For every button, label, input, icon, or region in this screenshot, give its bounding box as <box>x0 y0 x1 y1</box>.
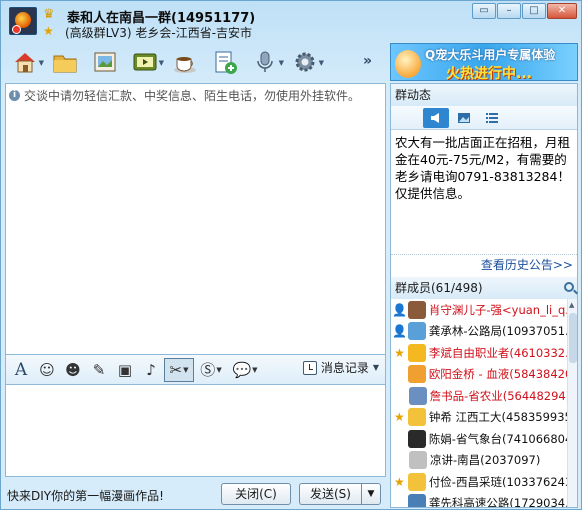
member-name: 钟希 江西工大(458359935) <box>428 410 567 425</box>
crown-icon: ♛ <box>43 7 55 22</box>
clock-icon <box>302 360 317 375</box>
message-input[interactable] <box>5 385 386 477</box>
member-list-item[interactable]: 陈娟-省气象台(741066804) <box>391 428 567 450</box>
group-subtitle: (高级群LV3) 老乡会-江西省-吉安市 <box>65 26 253 40</box>
close-button[interactable]: 关闭(C) <box>221 483 291 505</box>
music-icon[interactable]: ♪ <box>138 358 164 382</box>
home-icon[interactable]: ▼ <box>5 45 45 79</box>
scrollbar-thumb[interactable] <box>569 313 577 363</box>
group-dynamic-header: 群动态 <box>391 84 577 106</box>
member-avatar[interactable] <box>407 429 426 448</box>
message-record-label: 消息记录 <box>320 361 369 375</box>
chat-bubble-icon[interactable]: 💬 ▼ <box>228 358 262 382</box>
star-icon: ★ <box>43 24 54 38</box>
font-icon[interactable]: A <box>8 358 34 382</box>
member-list-scrollbar[interactable]: ▲ <box>567 299 577 507</box>
ad-banner[interactable]: Q宠大乐斗用户专属体验 火热进行中... <box>390 43 578 81</box>
member-name: 肖守渊儿子-强<yuan_li_q... <box>428 302 567 317</box>
send-button[interactable]: 发送(S) <box>299 483 361 505</box>
divider <box>391 254 577 255</box>
group-avatar[interactable] <box>9 7 37 35</box>
chevron-down-icon: ▼ <box>372 363 379 372</box>
announcement-tab[interactable] <box>423 108 449 128</box>
member-avatar[interactable] <box>407 408 426 427</box>
admin-person-icon: 👤 <box>391 302 407 317</box>
announcement-text: 农大有一批店面正在招租，月租金在40元-75元/M2，有需要的老乡请电询0791… <box>395 135 571 201</box>
member-list-item[interactable]: 👤 龚承林-公路局(10937051... <box>391 321 567 343</box>
chat-history[interactable]: i 交谈中请勿轻信汇款、中奖信息、陌生电话，勿使用外挂软件。 <box>5 83 386 355</box>
window-controls: ▭ – □ ✕ <box>472 3 577 19</box>
member-avatar[interactable] <box>407 365 426 384</box>
minimize-icon[interactable]: – <box>497 3 521 19</box>
add-document-icon[interactable] <box>205 45 245 79</box>
admin-person-icon: 👤 <box>391 324 407 339</box>
toolbar-more-button[interactable]: » <box>363 53 372 69</box>
gear-icon[interactable]: ▼ <box>285 45 325 79</box>
maximize-icon[interactable]: □ <box>522 3 546 19</box>
star-icon: ★ <box>394 474 405 489</box>
members-count: 群成员(61/498) <box>395 281 483 295</box>
group-side-panel: 群动态 农大有一批店面正在招租，月租金在40元-75元/M2，有需要的老乡请电询… <box>390 83 578 508</box>
member-name: 李斌自由职业者(4610332... <box>428 345 567 360</box>
member-list-item[interactable]: 凉讲-南昌(2037097) <box>391 450 567 472</box>
member-avatar[interactable] <box>407 343 426 362</box>
member-list-item[interactable]: 龚先科高速公路(1729034... <box>391 493 567 507</box>
member-name: 陈娟-省气象台(741066804) <box>428 431 567 446</box>
member-avatar[interactable] <box>409 451 427 470</box>
star-icon: ★ <box>394 345 405 360</box>
coffee-cup-icon[interactable] <box>165 45 205 79</box>
member-list-item[interactable]: 欧阳金桥 - 血液(58438420) <box>391 364 567 386</box>
member-avatar[interactable] <box>407 472 426 491</box>
members-header: 群成员(61/498) <box>391 277 577 299</box>
member-list-item[interactable]: ★ 付俭-西昌采琏(103376243) <box>391 471 567 493</box>
member-avatar[interactable] <box>407 300 426 319</box>
photo-tab[interactable] <box>451 108 477 128</box>
scroll-up-icon[interactable]: ▲ <box>569 301 574 309</box>
info-icon: i <box>9 90 20 101</box>
send-options-button[interactable]: ▼ <box>361 483 381 505</box>
message-record-button[interactable]: 消息记录 ▼ <box>302 359 379 376</box>
pet-icon <box>395 50 421 78</box>
member-name: 付俭-西昌采琏(103376243) <box>428 474 567 489</box>
member-list-item[interactable]: 👤 肖守渊儿子-强<yuan_li_q... <box>391 299 567 321</box>
member-avatar[interactable] <box>408 386 427 405</box>
member-name: 龚承林-公路局(10937051... <box>428 324 567 339</box>
member-name: 龚先科高速公路(1729034... <box>428 496 567 507</box>
main-toolbar: ▼ ▼ ▼ ▼ <box>5 44 325 80</box>
bottom-bar: 快来DIY你的第一幅漫画作品! 关闭(C) 发送(S) ▼ <box>5 479 386 507</box>
group-dynamic-tabs <box>391 106 577 130</box>
ad-line-1: Q宠大乐斗用户专属体验 <box>425 48 556 62</box>
safety-notice: i 交谈中请勿轻信汇款、中奖信息、陌生电话，勿使用外挂软件。 <box>9 87 360 104</box>
search-icon[interactable] <box>564 282 574 292</box>
emoji-icon[interactable]: ☺ <box>34 358 60 382</box>
ad-line-2: 火热进行中... <box>446 66 532 81</box>
funny-face-icon[interactable]: ☻ <box>60 358 86 382</box>
member-list-item[interactable]: 詹书品-省农业(56448294) <box>391 385 567 407</box>
dollar-icon[interactable]: Ⓢ ▼ <box>194 358 228 382</box>
member-name: 欧阳金桥 - 血液(58438420) <box>428 367 567 382</box>
member-name: 詹书品-省农业(56448294) <box>429 388 567 403</box>
restore-icon[interactable]: ▭ <box>472 3 496 19</box>
star-icon: ★ <box>394 410 405 425</box>
doodle-icon[interactable]: ✎ <box>86 358 112 382</box>
photo-album-icon[interactable] <box>85 45 125 79</box>
comic-promo-link[interactable]: 快来DIY你的第一幅漫画作品! <box>7 487 164 504</box>
close-icon[interactable]: ✕ <box>547 3 577 19</box>
video-icon[interactable]: ▼ <box>125 45 165 79</box>
member-list[interactable]: 👤 肖守渊儿子-强<yuan_li_q... 👤 龚承林-公路局(10937051..… <box>391 299 567 507</box>
image-icon[interactable]: ▣ <box>112 358 138 382</box>
screenshot-scissors-icon[interactable]: ✂ ▼ <box>164 357 194 382</box>
member-avatar[interactable] <box>407 494 426 507</box>
chat-window: ♛ ★ 泰和人在南昌一群(14951177) (高级群LV3) 老乡会-江西省-… <box>0 0 582 510</box>
member-avatar[interactable] <box>407 322 426 341</box>
folder-icon[interactable] <box>45 45 85 79</box>
member-list-item[interactable]: ★ 钟希 江西工大(458359935) <box>391 407 567 429</box>
history-announcements-link[interactable]: 查看历史公告>> <box>481 256 573 273</box>
member-name: 凉讲-南昌(2037097) <box>430 453 541 468</box>
member-list-item[interactable]: ★ 李斌自由职业者(4610332... <box>391 342 567 364</box>
safety-notice-text: 交谈中请勿轻信汇款、中奖信息、陌生电话，勿使用外挂软件。 <box>24 89 361 103</box>
input-toolbar: A ☺ ☻ ✎ ▣ ♪ ✂ ▼ Ⓢ ▼ 💬 ▼ 消息记录 ▼ <box>5 355 386 385</box>
microphone-icon[interactable]: ▼ <box>245 45 285 79</box>
list-tab[interactable] <box>479 108 505 128</box>
